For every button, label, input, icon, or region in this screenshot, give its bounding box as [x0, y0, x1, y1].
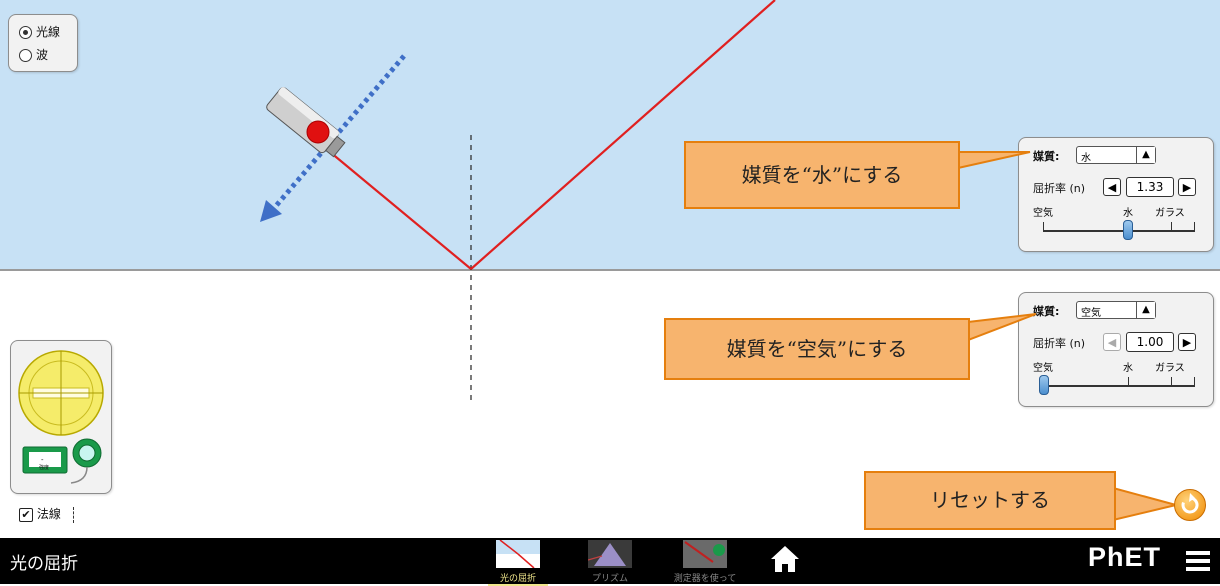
home-icon — [771, 546, 799, 572]
nav-screen-more-tools-label: 測定器を使って — [673, 574, 737, 584]
home-button[interactable] — [770, 544, 800, 578]
reset-callout-pointer — [1112, 486, 1177, 522]
intensity-meter-label: 強度 — [39, 465, 50, 471]
tools-screen-thumbnail-icon — [683, 540, 727, 568]
checkbox-check-icon[interactable]: ✔ — [19, 507, 33, 522]
simulation-area: 光線 波 媒質: 水 ▲ 屈折率 (n) ◀ 1.33 ▶ 空気 水 ガラス 媒… — [0, 0, 1220, 538]
normal-legend-icon — [72, 506, 75, 523]
nav-screen-more-tools[interactable]: 測定器を使って — [660, 540, 750, 584]
intensity-meter-value: - — [41, 456, 44, 464]
sim-title: 光の屈折 — [10, 554, 78, 574]
phet-logo[interactable]: PhET — [1088, 542, 1161, 573]
prism-screen-thumbnail-icon — [587, 540, 632, 568]
menu-bar-icon — [1186, 567, 1210, 571]
toolbox-panel: - 強度 — [10, 340, 112, 494]
intro-screen-thumbnail-icon — [496, 539, 540, 569]
top-callout-pointer — [957, 151, 1031, 170]
menu-bar-icon — [1186, 559, 1210, 563]
navigation-bar: 光の屈折 光の屈折 プリズム 測定器を使って PhET — [0, 538, 1220, 586]
nav-screen-prisms[interactable]: プリズム — [580, 540, 640, 584]
bottom-callout-pointer — [967, 313, 1037, 342]
phet-menu-button[interactable] — [1186, 551, 1210, 571]
normal-checkbox[interactable]: ✔ 法線 — [19, 505, 75, 523]
top-medium-callout: 媒質を“水”にする — [684, 141, 960, 209]
bottom-medium-callout: 媒質を“空気”にする — [664, 318, 970, 380]
callout-pointers — [957, 151, 1177, 522]
menu-bar-icon — [1186, 551, 1210, 555]
reset-callout: リセットする — [864, 471, 1116, 530]
toolbox-contents — [18, 350, 104, 484]
intensity-meter-tool[interactable] — [22, 438, 102, 484]
nav-screen-intro[interactable]: 光の屈折 — [488, 539, 548, 586]
reset-arrow-icon — [1181, 493, 1199, 514]
reset-all-button[interactable] — [1174, 489, 1206, 521]
nav-screen-prisms-label: プリズム — [591, 574, 628, 584]
normal-checkbox-label: 法線 — [36, 507, 61, 521]
protractor-tool[interactable] — [18, 350, 104, 436]
